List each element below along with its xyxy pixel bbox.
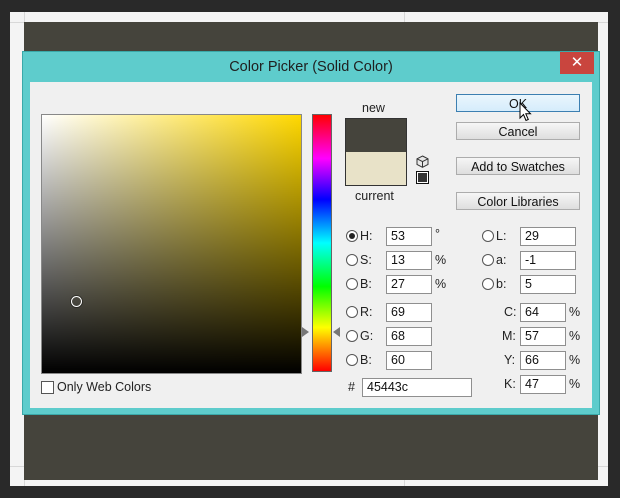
magenta-input[interactable]: 57 <box>520 327 566 346</box>
green-label: G: <box>360 329 374 343</box>
brightness-unit: % <box>435 277 447 291</box>
green-radio[interactable] <box>346 330 358 342</box>
blue-radio[interactable] <box>346 354 358 366</box>
ok-button[interactable]: OK <box>456 94 580 112</box>
new-color-swatch <box>346 119 406 152</box>
color-field[interactable] <box>41 114 302 374</box>
red-label: R: <box>360 305 373 319</box>
saturation-radio[interactable] <box>346 254 358 266</box>
lab-l-label: L: <box>496 229 507 243</box>
saturation-input[interactable]: 13 <box>386 251 432 270</box>
cube-warning-icon[interactable] <box>416 155 429 168</box>
blue-label: B: <box>360 353 372 367</box>
black-label: K: <box>504 377 516 391</box>
hex-input[interactable]: 45443c <box>362 378 472 397</box>
hue-radio[interactable] <box>346 230 358 242</box>
lab-b-input[interactable]: 5 <box>520 275 576 294</box>
hex-label: # <box>348 380 355 394</box>
close-button[interactable]: ✕ <box>560 52 594 74</box>
hue-slider-left-handle[interactable] <box>302 327 309 337</box>
blue-input[interactable]: 60 <box>386 351 432 370</box>
color-libraries-button[interactable]: Color Libraries <box>456 192 580 210</box>
yellow-label: Y: <box>504 353 516 367</box>
web-safe-swatch-icon[interactable] <box>416 171 429 184</box>
black-unit: % <box>569 377 581 391</box>
yellow-input[interactable]: 66 <box>520 351 566 370</box>
magenta-unit: % <box>569 329 581 343</box>
cursor-icon <box>519 101 533 122</box>
dialog-client: Only Web Colors new current OK Cancel Ad… <box>30 82 592 408</box>
lab-a-radio[interactable] <box>482 254 494 266</box>
color-field-marker[interactable] <box>71 296 82 307</box>
brightness-input[interactable]: 27 <box>386 275 432 294</box>
color-swatch <box>345 118 407 186</box>
current-label: current <box>355 189 394 203</box>
red-radio[interactable] <box>346 306 358 318</box>
saturation-label: S: <box>360 253 372 267</box>
magenta-label: M: <box>502 329 516 343</box>
lab-a-label: a: <box>496 253 507 267</box>
cyan-unit: % <box>569 305 581 319</box>
dialog-title: Color Picker (Solid Color) <box>229 59 393 75</box>
green-input[interactable]: 68 <box>386 327 432 346</box>
lab-b-label: b: <box>496 277 507 291</box>
hue-input[interactable]: 53 <box>386 227 432 246</box>
hue-slider[interactable] <box>312 114 332 372</box>
lab-l-radio[interactable] <box>482 230 494 242</box>
cyan-input[interactable]: 64 <box>520 303 566 322</box>
red-input[interactable]: 69 <box>386 303 432 322</box>
current-color-swatch[interactable] <box>346 152 406 185</box>
cancel-button[interactable]: Cancel <box>456 122 580 140</box>
saturation-unit: % <box>435 253 447 267</box>
lab-l-input[interactable]: 29 <box>520 227 576 246</box>
color-picker-dialog: Color Picker (Solid Color) ✕ Only Web Co… <box>23 52 599 414</box>
cyan-label: C: <box>504 305 517 319</box>
close-icon: ✕ <box>570 54 584 71</box>
only-web-colors-label: Only Web Colors <box>57 380 152 394</box>
lab-b-radio[interactable] <box>482 278 494 290</box>
brightness-label: B: <box>360 277 372 291</box>
black-input[interactable]: 47 <box>520 375 566 394</box>
add-to-swatches-button[interactable]: Add to Swatches <box>456 157 580 175</box>
hue-label: H: <box>360 229 373 243</box>
hue-slider-right-handle[interactable] <box>333 327 340 337</box>
new-label: new <box>362 101 385 115</box>
brightness-radio[interactable] <box>346 278 358 290</box>
hue-unit: ° <box>435 227 440 241</box>
only-web-colors-checkbox[interactable] <box>41 381 54 394</box>
yellow-unit: % <box>569 353 581 367</box>
lab-a-input[interactable]: -1 <box>520 251 576 270</box>
